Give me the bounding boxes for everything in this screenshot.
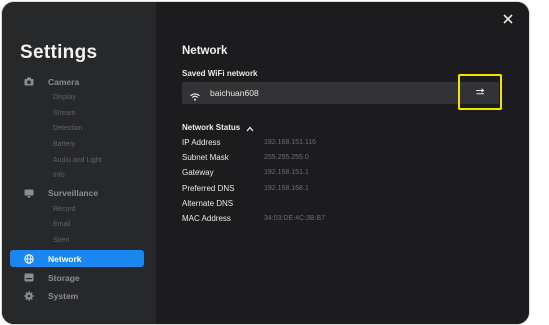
wifi-icon — [190, 88, 200, 101]
status-value: 192.168.168.1 — [264, 184, 309, 192]
status-row-subnet: Subnet Mask 255.255.255.0 — [182, 150, 325, 165]
status-value: 255.255.255.0 — [264, 154, 309, 162]
status-key: IP Address — [182, 138, 221, 148]
status-value: 192.168.151.116 — [264, 139, 317, 147]
switch-arrows-icon — [476, 88, 485, 95]
sidebar-item-audio-and-light[interactable]: Audio and Light — [10, 152, 144, 168]
monitor-icon — [24, 188, 34, 198]
sidebar-item-battery[interactable]: Battery — [10, 137, 144, 153]
status-row-gateway: Gateway 192.168.151.1 — [182, 165, 325, 180]
sidebar-item-record[interactable]: Record — [10, 202, 144, 218]
sidebar-group-storage[interactable]: Storage — [10, 269, 144, 286]
sidebar-item-detection[interactable]: Detection — [10, 121, 144, 137]
wifi-options-button[interactable] — [458, 74, 502, 110]
saved-wifi-row[interactable]: baichuan608 — [182, 82, 499, 104]
status-value: 34:03:DE:4C:3B:B7 — [264, 215, 326, 223]
sidebar-title: Settings — [20, 42, 98, 63]
main-panel: Network Saved WiFi network baichuan608 N… — [156, 2, 529, 324]
sidebar-item-stream[interactable]: Stream — [10, 106, 144, 122]
sidebar-group-network[interactable]: Network — [10, 250, 144, 268]
camera-icon — [24, 77, 34, 87]
status-key: MAC Address — [182, 214, 231, 224]
sidebar-group-label: Camera — [48, 76, 80, 87]
status-value: 192.168.151.1 — [264, 169, 309, 177]
network-status-label: Network Status — [182, 123, 241, 132]
sidebar-item-info[interactable]: Info — [10, 168, 144, 184]
saved-wifi-label: Saved WiFi network — [182, 69, 258, 78]
status-row-alternate-dns: Alternate DNS — [182, 196, 325, 211]
wifi-name: baichuan608 — [210, 88, 259, 98]
chevron-up-icon — [246, 125, 254, 131]
status-row-ip: IP Address 192.168.151.116 — [182, 135, 325, 150]
settings-window: Settings Camera Display Stream Detection… — [2, 2, 529, 324]
sidebar-group-label: Storage — [48, 272, 80, 283]
sidebar-group-label: Network — [48, 253, 82, 264]
status-row-preferred-dns: Preferred DNS 192.168.168.1 — [182, 181, 325, 196]
network-status-table: IP Address 192.168.151.116 Subnet Mask 2… — [182, 135, 325, 226]
status-row-mac: MAC Address 34:03:DE:4C:3B:B7 — [182, 211, 325, 226]
status-key: Preferred DNS — [182, 183, 235, 193]
sidebar-item-email[interactable]: Email — [10, 217, 144, 233]
page-title: Network — [182, 45, 228, 57]
sidebar-group-surveillance[interactable]: Surveillance — [10, 185, 144, 202]
sidebar-group-label: System — [48, 290, 79, 301]
sidebar-group-label: Surveillance — [48, 188, 99, 199]
sidebar: Settings Camera Display Stream Detection… — [2, 2, 156, 324]
sidebar-group-system[interactable]: System — [10, 287, 144, 304]
sidebar-item-display[interactable]: Display — [10, 90, 144, 106]
status-key: Alternate DNS — [182, 198, 234, 208]
gear-icon — [24, 291, 34, 301]
status-key: Gateway — [182, 168, 214, 178]
sidebar-item-siren[interactable]: Siren — [10, 233, 144, 249]
network-status-toggle[interactable]: Network Status — [182, 123, 254, 132]
sidebar-group-camera[interactable]: Camera — [10, 73, 144, 90]
globe-icon — [24, 254, 34, 264]
storage-icon — [24, 273, 34, 283]
sidebar-list: Camera Display Stream Detection Battery … — [10, 72, 144, 304]
close-icon[interactable] — [501, 12, 515, 26]
status-key: Subnet Mask — [182, 153, 229, 163]
